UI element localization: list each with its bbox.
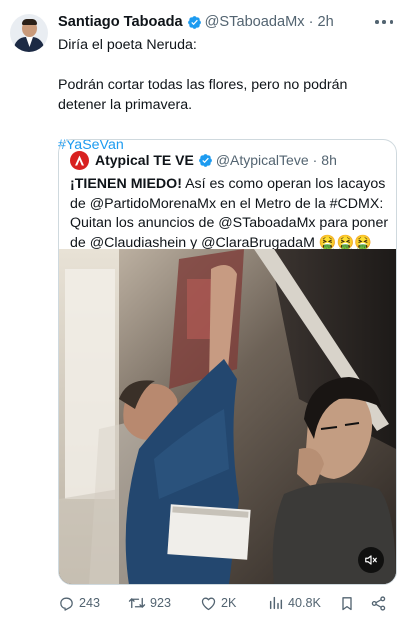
more-dots-icon[interactable] — [375, 14, 393, 30]
brand-a-icon — [75, 155, 84, 165]
separator-dot: · — [308, 14, 314, 30]
tweet-header: Santiago Taboada @STaboadaMx · 2h — [58, 12, 334, 32]
verified-badge-icon — [198, 153, 212, 167]
author-avatar[interactable] — [10, 14, 48, 52]
reply-button[interactable]: 243 — [58, 592, 100, 614]
avatar-hair — [22, 19, 37, 25]
bookmark-button[interactable] — [339, 592, 359, 614]
tweet-time[interactable]: 2h — [317, 14, 333, 30]
like-count: 2K — [221, 596, 237, 610]
heart-icon — [201, 597, 216, 610]
tweet-text-line1: Diría el poeta Neruda: — [58, 37, 197, 53]
verified-badge-icon — [187, 15, 201, 29]
quote-lead: ¡TIENEN MIEDO! — [70, 176, 182, 192]
retweet-button[interactable]: 923 — [128, 592, 171, 614]
separator-dot: · — [312, 152, 318, 168]
quote-header: Atypical TE VE @AtypicalTeve · 8h — [70, 150, 337, 170]
speaker-muted-icon[interactable] — [358, 547, 384, 573]
retweet-icon — [128, 597, 146, 609]
action-bar: 243 923 2K 40.8K — [58, 592, 390, 614]
quote-author-name[interactable]: Atypical TE VE — [95, 152, 194, 168]
tweet-text-line2: Podrán cortar todas las flores, pero no … — [58, 77, 348, 113]
bookmark-icon — [342, 596, 352, 610]
retweet-count: 923 — [150, 596, 172, 610]
views-count: 40.8K — [288, 596, 321, 610]
quote-author-handle[interactable]: @AtypicalTeve — [216, 152, 309, 168]
tweet[interactable]: Santiago Taboada @STaboadaMx · 2h Diría … — [0, 0, 407, 620]
views-icon — [269, 596, 283, 610]
reply-icon — [60, 597, 73, 611]
share-icon — [371, 595, 386, 611]
author-handle[interactable]: @STaboadaMx — [205, 14, 305, 30]
author-name[interactable]: Santiago Taboada — [58, 14, 183, 30]
share-button[interactable] — [370, 592, 391, 614]
video-frame — [59, 249, 396, 584]
like-button[interactable]: 2K — [200, 592, 236, 614]
video-player[interactable] — [59, 249, 396, 584]
views-button[interactable]: 40.8K — [268, 592, 321, 614]
quote-author-avatar[interactable] — [70, 150, 89, 170]
quote-text: ¡TIENEN MIEDO! Así es como operan los la… — [70, 175, 392, 253]
reply-count: 243 — [79, 596, 101, 610]
quoted-tweet[interactable]: Atypical TE VE @AtypicalTeve · 8h ¡TIENE… — [58, 139, 397, 585]
quote-time[interactable]: 8h — [321, 152, 337, 168]
